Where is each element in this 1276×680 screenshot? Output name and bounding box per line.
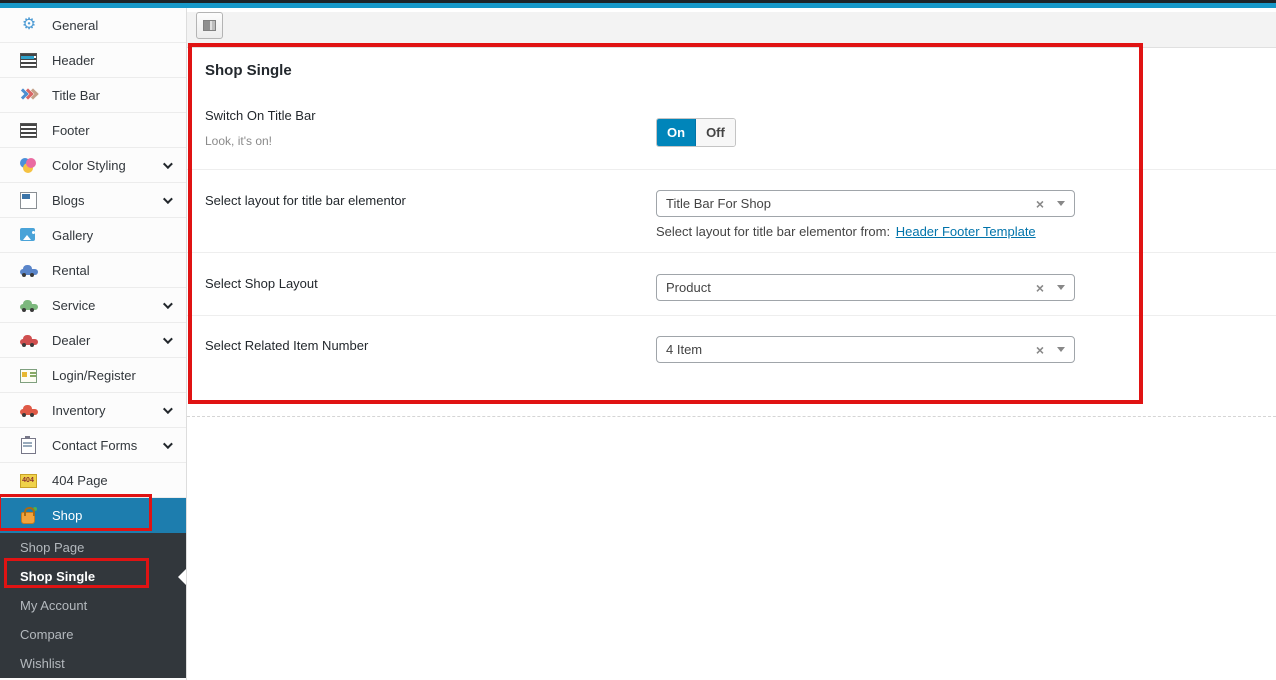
toggle-field-label: Switch On Title Bar xyxy=(205,108,316,123)
description-text: Select layout for title bar elementor fr… xyxy=(656,224,894,239)
submenu-item-compare[interactable]: Compare xyxy=(0,620,186,649)
sidebar-item-404-page[interactable]: 404 Page xyxy=(0,463,186,498)
sidebar-item-contact-forms[interactable]: Contact Forms xyxy=(0,428,186,463)
sidebar-item-login-register[interactable]: Login/Register xyxy=(0,358,186,393)
options-content: Shop Single Switch On Title Bar Look, it… xyxy=(187,8,1276,680)
submenu-item-label: Shop Single xyxy=(20,569,95,584)
chevron-down-icon xyxy=(163,439,173,449)
blog-page-icon xyxy=(19,191,39,209)
sidebar-item-dealer[interactable]: Dealer xyxy=(0,323,186,358)
sidebar-item-label: Inventory xyxy=(52,403,105,418)
active-item-pointer xyxy=(178,569,186,585)
sidebar-item-label: Color Styling xyxy=(52,158,126,173)
sidebar-item-label: Blogs xyxy=(52,193,85,208)
submenu-item-label: Wishlist xyxy=(20,656,65,671)
header-icon xyxy=(19,51,39,69)
submenu-item-label: Compare xyxy=(20,627,73,642)
submenu-item-label: My Account xyxy=(20,598,87,613)
gear-icon: ⚙ xyxy=(19,16,39,34)
sidebar-item-shop[interactable]: Shop xyxy=(0,498,186,533)
chevron-down-icon xyxy=(163,299,173,309)
green-car-icon xyxy=(19,296,39,314)
sidebar-item-label: Contact Forms xyxy=(52,438,137,453)
sidebar-item-label: General xyxy=(52,18,98,33)
sidebar-item-label: Service xyxy=(52,298,95,313)
id-card-icon xyxy=(19,366,39,384)
sidebar-item-footer[interactable]: Footer xyxy=(0,113,186,148)
shopping-bag-icon xyxy=(19,506,39,524)
chevron-down-icon xyxy=(163,334,173,344)
title-bar-toggle: On Off xyxy=(656,118,736,147)
sidebar-item-header[interactable]: Header xyxy=(0,43,186,78)
related-item-field-label: Select Related Item Number xyxy=(205,338,368,353)
footer-icon xyxy=(19,121,39,139)
sidebar-item-color-styling[interactable]: Color Styling xyxy=(0,148,186,183)
dropdown-caret-icon xyxy=(1057,285,1065,290)
submenu-item-label: Shop Page xyxy=(20,540,84,555)
color-palette-icon xyxy=(19,156,39,174)
options-sidebar: ⚙ General Header Title Bar Footer Color … xyxy=(0,8,187,680)
elementor-field-description: Select layout for title bar elementor fr… xyxy=(656,224,1036,239)
expand-options-button[interactable] xyxy=(196,12,223,39)
header-footer-template-link[interactable]: Header Footer Template xyxy=(896,224,1036,239)
sidebar-item-label: Gallery xyxy=(52,228,93,243)
shop-layout-field-label: Select Shop Layout xyxy=(205,276,318,291)
sidebar-item-general[interactable]: ⚙ General xyxy=(0,8,186,43)
blue-car-icon xyxy=(19,261,39,279)
sidebar-item-label: 404 Page xyxy=(52,473,108,488)
sidebar-item-inventory[interactable]: Inventory xyxy=(0,393,186,428)
select-value: 4 Item xyxy=(666,342,702,357)
clear-selection-icon[interactable]: × xyxy=(1036,281,1044,295)
select-value: Product xyxy=(666,280,711,295)
sidebar-item-gallery[interactable]: Gallery xyxy=(0,218,186,253)
theme-options-page: ⚙ General Header Title Bar Footer Color … xyxy=(0,0,1276,680)
submenu-item-shop-single[interactable]: Shop Single xyxy=(0,562,186,591)
sidebar-item-label: Title Bar xyxy=(52,88,100,103)
red-car-icon xyxy=(19,331,39,349)
submenu-item-wishlist[interactable]: Wishlist xyxy=(0,649,186,678)
select-value: Title Bar For Shop xyxy=(666,196,771,211)
shop-submenu: Shop Page Shop Single My Account Compare… xyxy=(0,533,186,678)
section-divider xyxy=(187,315,1276,316)
404-page-icon xyxy=(19,471,39,489)
chevron-down-icon xyxy=(163,194,173,204)
toggle-field-subtitle: Look, it's on! xyxy=(205,134,272,148)
toggle-on-button[interactable]: On xyxy=(657,119,696,146)
sidebar-item-rental[interactable]: Rental xyxy=(0,253,186,288)
section-divider xyxy=(187,169,1276,170)
chevron-down-icon xyxy=(163,404,173,414)
sidebar-item-label: Dealer xyxy=(52,333,90,348)
sidebar-item-title-bar[interactable]: Title Bar xyxy=(0,78,186,113)
sidebar-item-label: Login/Register xyxy=(52,368,136,383)
chevron-down-icon xyxy=(163,159,173,169)
related-item-select[interactable]: 4 Item × xyxy=(656,336,1075,363)
clear-selection-icon[interactable]: × xyxy=(1036,343,1044,357)
elementor-layout-select[interactable]: Title Bar For Shop × xyxy=(656,190,1075,217)
content-toolbar xyxy=(187,12,1276,48)
shop-layout-select[interactable]: Product × xyxy=(656,274,1075,301)
sidebar-item-label: Shop xyxy=(52,508,82,523)
sidebar-item-label: Rental xyxy=(52,263,90,278)
panel-layout-icon xyxy=(203,20,216,31)
elementor-field-label: Select layout for title bar elementor xyxy=(205,193,406,208)
chevrons-icon xyxy=(19,86,39,104)
picture-icon xyxy=(19,226,39,244)
orange-car-icon xyxy=(19,401,39,419)
clipboard-icon xyxy=(19,436,39,454)
submenu-item-shop-page[interactable]: Shop Page xyxy=(0,533,186,562)
options-menu: ⚙ General Header Title Bar Footer Color … xyxy=(0,8,186,533)
shop-single-panel: Shop Single Switch On Title Bar Look, it… xyxy=(187,48,1276,680)
dropdown-caret-icon xyxy=(1057,347,1065,352)
toggle-off-button[interactable]: Off xyxy=(696,119,735,146)
dropdown-caret-icon xyxy=(1057,201,1065,206)
panel-bottom-border xyxy=(187,416,1276,417)
sidebar-item-label: Header xyxy=(52,53,95,68)
sidebar-item-service[interactable]: Service xyxy=(0,288,186,323)
section-divider xyxy=(187,252,1276,253)
sidebar-item-label: Footer xyxy=(52,123,90,138)
sidebar-item-blogs[interactable]: Blogs xyxy=(0,183,186,218)
submenu-item-my-account[interactable]: My Account xyxy=(0,591,186,620)
page-title: Shop Single xyxy=(205,62,292,79)
clear-selection-icon[interactable]: × xyxy=(1036,197,1044,211)
